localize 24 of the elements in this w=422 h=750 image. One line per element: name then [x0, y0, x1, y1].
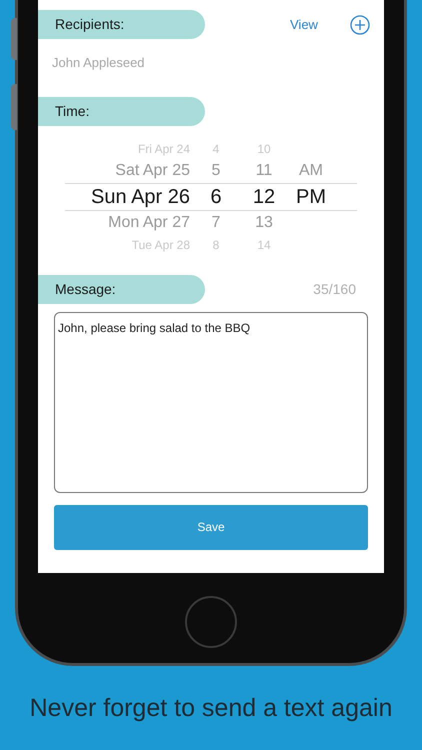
- picker-row[interactable]: Mon Apr 27 7 13: [65, 210, 357, 234]
- picker-value: 11: [254, 160, 274, 180]
- section-header: Recipients:: [38, 10, 205, 39]
- section-header: Time:: [38, 96, 205, 126]
- picker-value: Mon Apr 27: [107, 212, 190, 232]
- picker-value: 5: [210, 160, 222, 180]
- picker-value: PM: [295, 184, 327, 210]
- picker-value: Sun Apr 26: [90, 184, 190, 210]
- picker-value: Sat Apr 25: [114, 160, 190, 180]
- character-counter: 35/160: [313, 280, 356, 298]
- picker-value: 7: [210, 212, 222, 232]
- section-header: Message:: [38, 274, 205, 304]
- picker-value: 12: [252, 184, 276, 210]
- picker-value: AM: [298, 160, 324, 180]
- picker-row[interactable]: Sat Apr 25 5 11 AM: [65, 158, 357, 182]
- picker-row[interactable]: Sun Apr 26 6 12 PM: [65, 182, 357, 210]
- view-link[interactable]: View: [290, 14, 318, 34]
- caption: Never forget to send a text again: [28, 693, 394, 724]
- picker-value: 6: [209, 184, 223, 210]
- message-field[interactable]: John, please bring salad to the BBQ: [54, 312, 368, 492]
- save-button[interactable]: Save: [54, 504, 368, 550]
- add-icon[interactable]: [350, 14, 370, 34]
- picker-value: 13: [254, 212, 274, 232]
- recipient-name: John Appleseed: [52, 54, 146, 72]
